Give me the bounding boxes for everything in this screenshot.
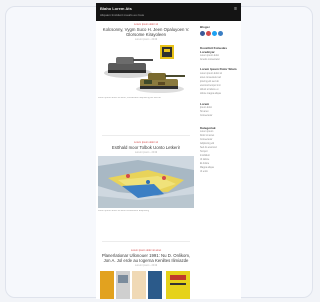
post-meta: Lorem ipsum - 2019 (134, 151, 158, 154)
sidebar-widget: Kategoriak Lorem ipsum Dolor sit amet Co… (200, 126, 238, 174)
menu-icon[interactable]: ≡ (234, 7, 237, 12)
widget-title: Blogsz (200, 25, 210, 29)
post-category[interactable]: Lorem ipsum dolor sit (98, 141, 194, 144)
post-divider (102, 135, 190, 136)
post-title[interactable]: Planerlationar Ullonouer 1991: Nu D. Onl… (98, 253, 194, 263)
map-pins-image[interactable] (98, 156, 194, 208)
youtube-icon[interactable] (206, 31, 211, 36)
post-item: Lorem ipsum dolor sit Es0hald moor Tolbo… (98, 141, 194, 212)
site-description: Aliquam tincidunt mauris eu risus (100, 13, 145, 17)
widget-line: dolore magna aliqua (200, 92, 221, 95)
book-covers-image[interactable] (98, 269, 194, 299)
category-link[interactable]: Ut enim (200, 170, 238, 174)
sidebar-widget: Kovetfeit Kolsedes Lorednyar Lorem ipsum… (200, 46, 238, 62)
post-meta: Lorem ipsum - 2019 (134, 38, 158, 41)
post-meta: Lorem ipsum - 2019 (134, 264, 158, 267)
post-divider (102, 241, 190, 242)
facebook-icon[interactable] (200, 31, 205, 36)
twitter-icon[interactable] (212, 31, 217, 36)
post-item: Lorem ipsum dolor sit Kolcsonny, Vygm Su… (98, 23, 194, 99)
sidebar: Blogsz Kovetfeit Kolsedes Lorednyar Lore… (200, 25, 238, 174)
site-title[interactable]: Blaho Lorem Ats (100, 6, 132, 11)
site-header: Blaho Lorem Ats Aliquam tincidunt mauris… (96, 3, 241, 21)
widget-title: Kovetfeit Kolsedes Lorednyar (200, 46, 228, 54)
website-page: Blaho Lorem Ats Aliquam tincidunt mauris… (96, 3, 241, 299)
widget-line[interactable]: Ametto consectetur (200, 58, 238, 62)
sidebar-widget: Lorem Ipsum Dolor Sitam Lorem ipsum dolo… (200, 68, 238, 96)
post-item: Lorem ipsum dolor sit amet Planerlationa… (98, 249, 194, 299)
sidebar-widget: Lorem Ipsum dolor Sit amet Consectetur (200, 102, 238, 118)
post-title[interactable]: Es0hald moor Tolbok Uonto Letkerir (98, 145, 194, 150)
post-excerpt: Lorem ipsum dolor sit amet, consectetur … (98, 97, 161, 99)
post-title[interactable]: Kolcsonny, Vygm Suco H. Jeen Opaluyoen V… (98, 27, 194, 37)
post-category[interactable]: Lorem ipsum dolor sit (98, 23, 194, 26)
widget-line[interactable]: Consectetur (200, 114, 238, 118)
tank-models-image[interactable] (98, 43, 194, 95)
post-category[interactable]: Lorem ipsum dolor sit amet (98, 249, 194, 252)
linkedin-icon[interactable] (218, 31, 223, 36)
social-icons (200, 31, 238, 39)
post-excerpt: Lorem ipsum dolor sit amet consectetur a… (98, 210, 150, 212)
